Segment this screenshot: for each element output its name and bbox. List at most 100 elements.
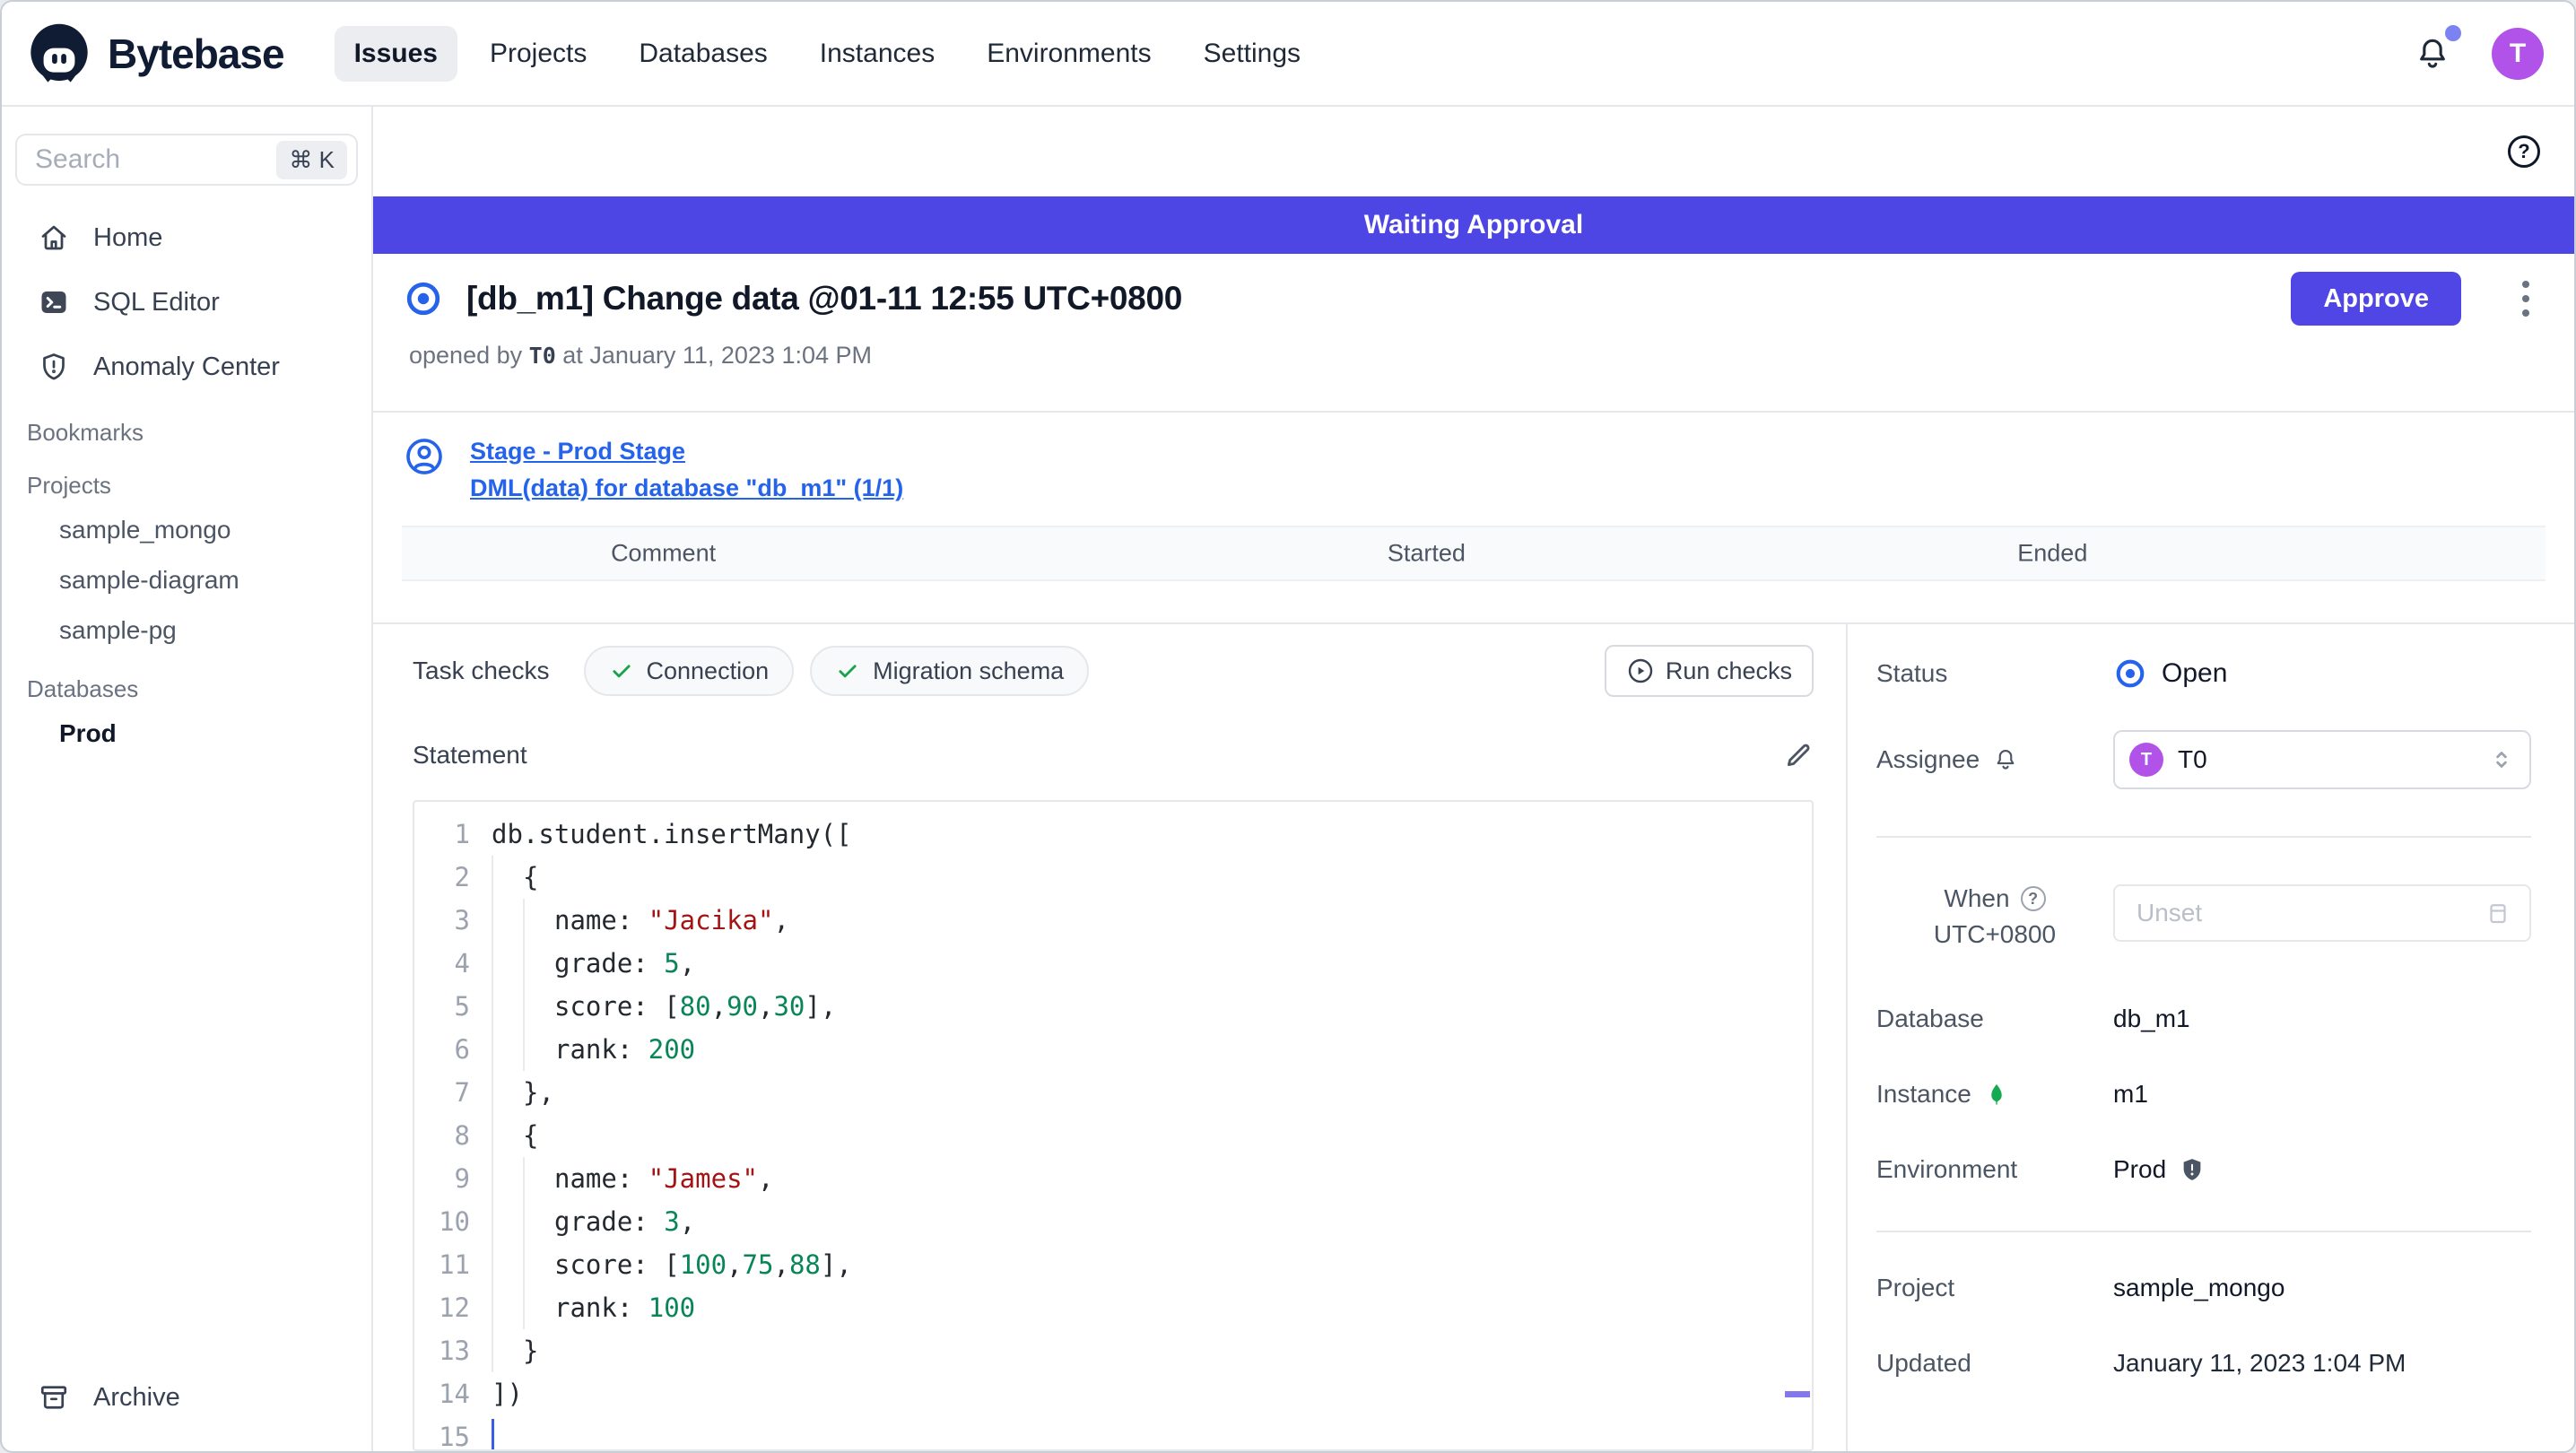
run-checks-button[interactable]: Run checks xyxy=(1604,645,1814,697)
issue-author: T0 xyxy=(528,343,556,369)
indent-guide xyxy=(492,1114,523,1157)
task-link[interactable]: DML(data) for database "db_m1" (1/1) xyxy=(470,474,903,502)
indent-guide xyxy=(492,1329,523,1372)
pencil-icon xyxy=(1783,740,1814,770)
updated-value: January 11, 2023 1:04 PM xyxy=(2113,1349,2406,1377)
bytebase-logo-icon xyxy=(25,20,93,88)
indent-guide xyxy=(523,1028,554,1071)
tab-databases[interactable]: Databases xyxy=(619,26,787,82)
opened-timestamp: January 11, 2023 1:04 PM xyxy=(589,342,873,369)
sidebar-item-anomaly-center[interactable]: Anomaly Center xyxy=(2,335,371,399)
tab-projects[interactable]: Projects xyxy=(470,26,606,82)
indent-guide xyxy=(492,856,523,899)
when-placeholder: Unset xyxy=(2137,899,2203,927)
assignee-label: Assignee xyxy=(1876,745,1980,773)
sidebar-nav: Home SQL Editor Anomaly Center Bookmarks Pro… xyxy=(2,205,371,759)
code-lines: 1 db.student.insertMany([2{3 name: "Jacika… xyxy=(414,813,1812,1451)
line-number: 15 xyxy=(439,1422,470,1451)
opened-by-line: opened by T0 at January 11, 2023 1:04 PM xyxy=(409,342,873,369)
task-run-table-header: Comment Started Ended xyxy=(402,526,2546,581)
indent-guide xyxy=(523,1286,554,1329)
instance-value[interactable]: m1 xyxy=(2113,1080,2531,1109)
code-line-13: 13} xyxy=(414,1329,1812,1372)
edit-statement-button[interactable] xyxy=(1783,740,1814,770)
status-label: Status xyxy=(1876,659,1948,687)
subscribe-bell-icon[interactable] xyxy=(1992,746,2019,773)
database-value[interactable]: db_m1 xyxy=(2113,1005,2531,1033)
check-badge-connection[interactable]: Connection xyxy=(583,646,795,696)
indent-guide xyxy=(492,1286,523,1329)
indent-guide xyxy=(492,942,523,985)
environment-value[interactable]: Prod xyxy=(2113,1155,2166,1184)
sidebar: ⌘ K Home SQL Editor Anomaly Center Bookmark… xyxy=(2,107,373,1451)
sidebar-item-prod[interactable]: Prod xyxy=(2,709,371,759)
when-datetime-input[interactable]: Unset xyxy=(2113,884,2531,942)
project-value[interactable]: sample_mongo xyxy=(2113,1274,2531,1302)
approve-button[interactable]: Approve xyxy=(2291,272,2461,326)
sidebar-item-label: Anomaly Center xyxy=(93,352,280,381)
brand[interactable]: Bytebase xyxy=(25,20,285,88)
sidebar-item-label: Home xyxy=(93,222,163,252)
sidebar-item-home[interactable]: Home xyxy=(2,205,371,270)
divider xyxy=(1876,836,2531,838)
indent-guide xyxy=(492,1028,523,1071)
line-number: 2 xyxy=(454,862,470,892)
indent-guide xyxy=(523,1157,554,1200)
help-button[interactable]: ? xyxy=(2508,135,2540,168)
sidebar-item-label: SQL Editor xyxy=(93,287,220,317)
project-label: Project xyxy=(1876,1274,1955,1301)
tab-settings[interactable]: Settings xyxy=(1184,26,1320,82)
timezone-label: UTC+0800 xyxy=(1933,920,2057,948)
top-bar: Bytebase Issues Projects Databases Instance… xyxy=(2,2,2574,107)
line-number: 4 xyxy=(454,948,470,979)
stage-link[interactable]: Stage - Prod Stage xyxy=(470,438,903,465)
notifications-button[interactable] xyxy=(2413,24,2461,75)
indent-guide xyxy=(523,899,554,942)
stage-section: Stage - Prod Stage DML(data) for databas… xyxy=(373,413,2574,526)
more-actions-button[interactable] xyxy=(2508,274,2544,324)
sidebar-section-databases: Databases xyxy=(27,674,139,702)
archive-label: Archive xyxy=(93,1382,180,1412)
line-number: 13 xyxy=(439,1336,470,1366)
tab-environments[interactable]: Environments xyxy=(967,26,1171,82)
check-badge-migration-schema[interactable]: Migration schema xyxy=(810,646,1090,696)
line-number: 5 xyxy=(454,991,470,1022)
indent-guide xyxy=(523,1200,554,1243)
app-window: Bytebase Issues Projects Databases Instance… xyxy=(0,0,2576,1453)
sidebar-item-sql-editor[interactable]: SQL Editor xyxy=(2,270,371,335)
divider xyxy=(1876,1231,2531,1232)
code-line-10: 10 grade: 3, xyxy=(414,1200,1812,1243)
check-icon xyxy=(609,658,634,683)
code-line-7: 7}, xyxy=(414,1071,1812,1114)
user-avatar[interactable]: T xyxy=(2492,27,2544,80)
code-line-8: 8{ xyxy=(414,1114,1812,1157)
indent-guide xyxy=(523,1243,554,1286)
search-input[interactable] xyxy=(35,144,268,175)
sidebar-item-sample-diagram[interactable]: sample-diagram xyxy=(2,555,371,605)
issue-title: [db_m1] Change data @01-11 12:55 UTC+080… xyxy=(466,280,1183,317)
assignee-avatar: T xyxy=(2129,743,2163,777)
shield-alert-icon xyxy=(38,351,70,383)
task-check-badges: Connection Migration schema xyxy=(583,646,1090,696)
indent-guide xyxy=(523,985,554,1028)
banner-text: Waiting Approval xyxy=(1363,210,1584,239)
assignee-value: T0 xyxy=(2178,745,2207,773)
line-number: 7 xyxy=(454,1077,470,1108)
search-box[interactable]: ⌘ K xyxy=(15,134,358,186)
tab-issues[interactable]: Issues xyxy=(334,25,457,82)
line-number: 12 xyxy=(439,1292,470,1323)
tab-instances[interactable]: Instances xyxy=(800,26,954,82)
environment-label: Environment xyxy=(1876,1155,2018,1183)
protected-shield-icon xyxy=(2179,1156,2206,1183)
statement-editor[interactable]: 1 db.student.insertMany([2{3 name: "Jacika… xyxy=(413,800,1814,1451)
line-number: 11 xyxy=(439,1249,470,1280)
sidebar-item-sample-pg[interactable]: sample-pg xyxy=(2,605,371,656)
code-line-15: 15 xyxy=(414,1415,1812,1451)
assignee-select[interactable]: T T0 xyxy=(2113,730,2531,789)
instance-label: Instance xyxy=(1876,1080,1971,1108)
code-line-2: 2{ xyxy=(414,856,1812,899)
task-checks-label: Task checks xyxy=(413,657,550,684)
sidebar-item-archive[interactable]: Archive xyxy=(2,1381,371,1414)
sidebar-item-sample-mongo[interactable]: sample_mongo xyxy=(2,505,371,555)
issue-header: [db_m1] Change data @01-11 12:55 UTC+080… xyxy=(373,254,2574,411)
